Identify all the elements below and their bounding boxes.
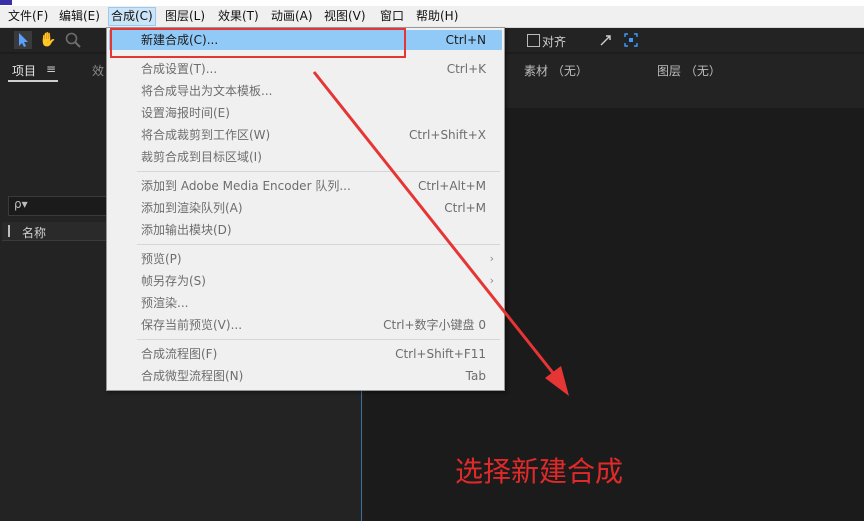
annotation-text: 选择新建合成 [455, 455, 624, 488]
annotation-arrow [312, 71, 569, 396]
